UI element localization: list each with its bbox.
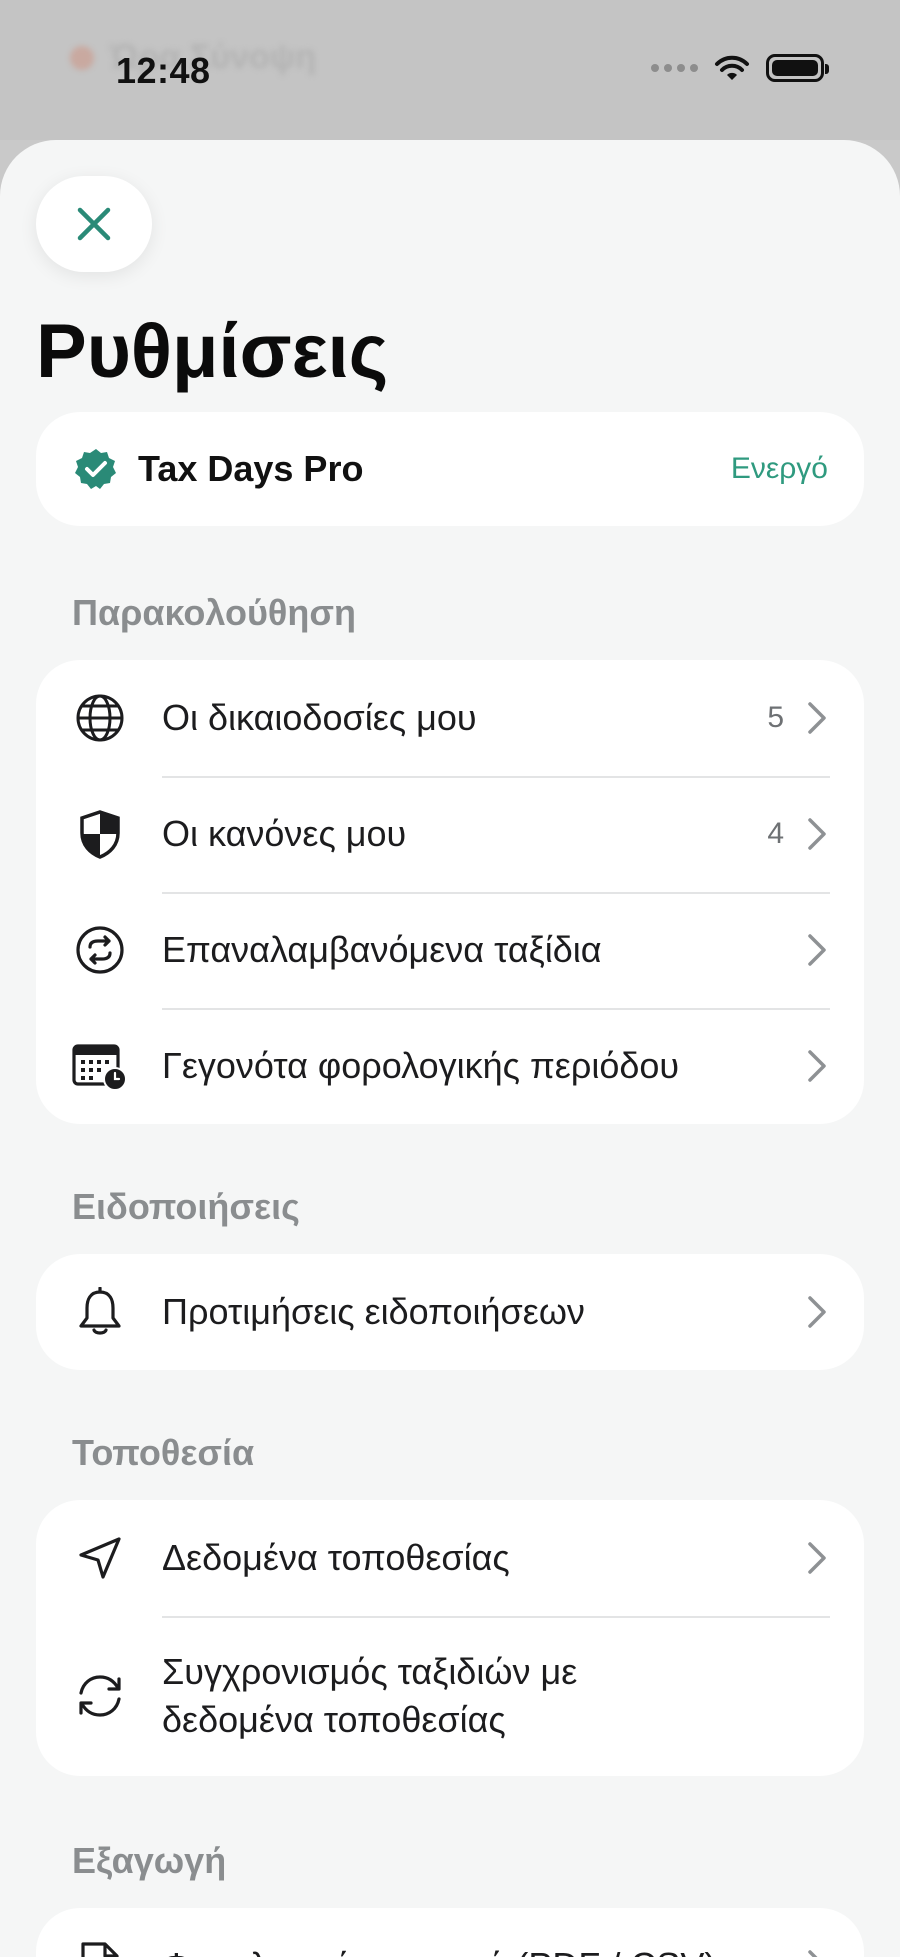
calendar-clock-icon	[72, 1038, 128, 1094]
status-bar: Ώρα Σύνοψη 12:48	[0, 0, 900, 140]
section-label-tracking: Παρακολούθηση	[72, 592, 356, 633]
chevron-right-icon	[806, 1538, 830, 1578]
row-label: Προτιμήσεις ειδοποιήσεων	[162, 1291, 585, 1332]
tracking-card: Οι δικαιοδοσίες μου 5 Οι κανόνες μου 4 Ε…	[36, 660, 864, 1124]
page-title: Ρυθμίσεις	[36, 309, 389, 394]
row-rules[interactable]: Οι κανόνες μου 4	[36, 776, 864, 892]
row-label: Οι κανόνες μου	[162, 813, 407, 854]
battery-icon	[766, 54, 829, 82]
globe-icon	[72, 690, 128, 746]
status-icons	[651, 54, 829, 82]
chevron-right-icon	[806, 814, 830, 854]
row-label: Οι δικαιοδοσίες μου	[162, 697, 477, 738]
row-recurring-trips[interactable]: Επαναλαμβανόμενα ταξίδια	[36, 892, 864, 1008]
shield-icon	[72, 806, 128, 862]
subscription-status: Ενεργό	[730, 452, 828, 485]
close-icon	[77, 207, 111, 241]
verified-badge-icon	[75, 449, 116, 489]
subscription-name: Tax Days Pro	[138, 448, 364, 489]
bell-icon	[72, 1284, 128, 1340]
location-card: Δεδομένα τοποθεσίας Συγχρονισμός ταξιδιώ…	[36, 1500, 864, 1776]
export-card: Φορολογική αναφορά (PDF / CSV)	[36, 1908, 864, 1957]
document-icon	[72, 1938, 128, 1957]
status-time: 12:48	[116, 50, 211, 91]
chevron-right-icon	[806, 1046, 830, 1086]
row-label: Φορολογική αναφορά (PDF / CSV)	[162, 1942, 716, 1957]
row-label: Επαναλαμβανόμενα ταξίδια	[162, 929, 602, 970]
row-label: Γεγονότα φορολογικής περιόδου	[162, 1045, 680, 1086]
wifi-icon	[715, 55, 749, 80]
location-arrow-icon	[72, 1530, 128, 1586]
sync-icon	[72, 1668, 128, 1724]
row-sync-trips-location[interactable]: Συγχρονισμός ταξιδιών με δεδομένα τοποθε…	[36, 1616, 864, 1776]
subscription-card[interactable]: Tax Days Pro Ενεργό	[36, 412, 864, 526]
chevron-right-icon	[806, 1292, 830, 1332]
count-badge: 5	[767, 701, 784, 734]
row-tax-report-export[interactable]: Φορολογική αναφορά (PDF / CSV)	[36, 1908, 864, 1957]
chevron-right-icon	[806, 698, 830, 738]
row-notification-preferences[interactable]: Προτιμήσεις ειδοποιήσεων	[36, 1254, 864, 1370]
background-app-icon	[70, 46, 94, 70]
row-label: Δεδομένα τοποθεσίας	[162, 1537, 510, 1578]
section-label-notifications: Ειδοποιήσεις	[72, 1186, 300, 1227]
chevron-right-icon	[806, 930, 830, 970]
count-badge: 4	[767, 817, 784, 850]
notifications-card: Προτιμήσεις ειδοποιήσεων	[36, 1254, 864, 1370]
repeat-icon	[72, 922, 128, 978]
cellular-icon	[651, 64, 698, 72]
row-label: Συγχρονισμός ταξιδιών με δεδομένα τοποθε…	[162, 1651, 578, 1740]
section-label-export: Εξαγωγή	[72, 1840, 227, 1881]
row-location-data[interactable]: Δεδομένα τοποθεσίας	[36, 1500, 864, 1616]
close-button[interactable]	[36, 176, 152, 272]
section-label-location: Τοποθεσία	[72, 1432, 255, 1473]
row-tax-period-events[interactable]: Γεγονότα φορολογικής περιόδου	[36, 1008, 864, 1124]
row-jurisdictions[interactable]: Οι δικαιοδοσίες μου 5	[36, 660, 864, 776]
settings-sheet: Ρυθμίσεις Tax Days Pro Ενεργό Παρακολούθ…	[0, 140, 900, 1957]
chevron-right-icon	[806, 1946, 830, 1957]
